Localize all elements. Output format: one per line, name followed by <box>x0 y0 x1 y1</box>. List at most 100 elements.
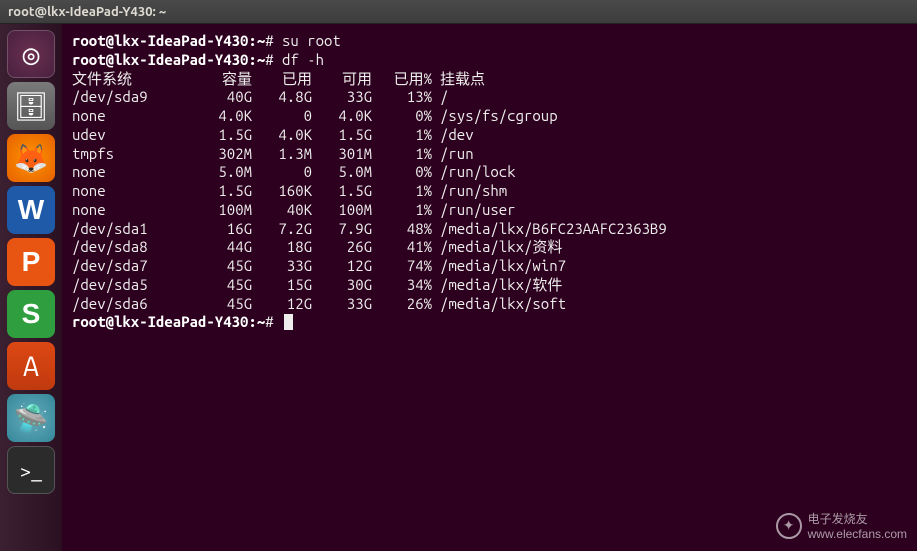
df-cell-fs: none <box>72 201 192 220</box>
df-cell-size: 16G <box>192 220 252 239</box>
terminal-line: root@lkx-IdeaPad-Y430:~# df -h <box>72 51 907 70</box>
files-icon[interactable]: 🗄 <box>7 82 55 130</box>
window-titlebar[interactable]: root@lkx-IdeaPad-Y430: ~ <box>0 0 917 24</box>
df-cell-fs: /dev/sda9 <box>72 88 192 107</box>
df-header-mounted: 挂载点 <box>432 70 485 89</box>
df-row: none1.5G160K1.5G1%/run/shm <box>72 182 907 201</box>
df-cell-used: 4.0K <box>252 126 312 145</box>
prompt-user-host: root@lkx-IdeaPad-Y430 <box>72 313 248 330</box>
df-row: /dev/sda645G12G33G26%/media/lkx/soft <box>72 295 907 314</box>
prompt-user-host: root@lkx-IdeaPad-Y430 <box>72 32 248 49</box>
df-row: /dev/sda844G18G26G41%/media/lkx/资料 <box>72 238 907 257</box>
df-header-pct: 已用% <box>372 70 432 89</box>
df-header-avail: 可用 <box>312 70 372 89</box>
df-cell-avail: 1.5G <box>312 126 372 145</box>
devices-icon[interactable]: 🛸 <box>7 394 55 442</box>
df-cell-fs: /dev/sda5 <box>72 276 192 295</box>
df-cell-fs: none <box>72 107 192 126</box>
df-cell-used: 4.8G <box>252 88 312 107</box>
command-text: df -h <box>282 51 324 68</box>
df-cell-pct: 34% <box>372 276 432 295</box>
df-cell-pct: 48% <box>372 220 432 239</box>
df-cell-size: 40G <box>192 88 252 107</box>
df-cell-avail: 12G <box>312 257 372 276</box>
df-cell-fs: none <box>72 182 192 201</box>
df-cell-mnt: /sys/fs/cgroup <box>432 107 558 126</box>
df-header-size: 容量 <box>192 70 252 89</box>
firefox-icon[interactable]: 🦊 <box>7 134 55 182</box>
df-cell-size: 4.0K <box>192 107 252 126</box>
df-cell-used: 0 <box>252 163 312 182</box>
df-cell-pct: 13% <box>372 88 432 107</box>
unity-launcher: ◎ 🗄 🦊 W P S A 🛸 >_ <box>0 24 62 551</box>
df-cell-size: 45G <box>192 257 252 276</box>
prompt-suffix: # <box>265 51 273 68</box>
df-cell-used: 40K <box>252 201 312 220</box>
watermark-text: 电子发烧友 <box>808 512 868 526</box>
df-cell-mnt: /dev <box>432 126 474 145</box>
df-cell-used: 1.3M <box>252 145 312 164</box>
df-cell-avail: 26G <box>312 238 372 257</box>
df-cell-pct: 1% <box>372 126 432 145</box>
df-cell-avail: 301M <box>312 145 372 164</box>
prompt-suffix: # <box>265 313 273 330</box>
window-title: root@lkx-IdeaPad-Y430: ~ <box>8 5 166 19</box>
df-row: none100M40K100M1%/run/user <box>72 201 907 220</box>
df-cell-mnt: /run/shm <box>432 182 507 201</box>
wps-spreadsheet-icon[interactable]: S <box>7 290 55 338</box>
df-cell-avail: 1.5G <box>312 182 372 201</box>
command-text: su root <box>282 32 341 49</box>
df-cell-mnt: /run/lock <box>432 163 516 182</box>
df-cell-pct: 26% <box>372 295 432 314</box>
df-cell-size: 44G <box>192 238 252 257</box>
df-cell-used: 12G <box>252 295 312 314</box>
terminal-line: root@lkx-IdeaPad-Y430:~# su root <box>72 32 907 51</box>
df-output: /dev/sda940G4.8G33G13%/none4.0K04.0K0%/s… <box>72 88 907 313</box>
df-cell-avail: 33G <box>312 295 372 314</box>
df-row: udev1.5G4.0K1.5G1%/dev <box>72 126 907 145</box>
df-row: /dev/sda545G15G30G34%/media/lkx/软件 <box>72 276 907 295</box>
df-cell-pct: 0% <box>372 107 432 126</box>
df-row: none5.0M05.0M0%/run/lock <box>72 163 907 182</box>
df-cell-used: 33G <box>252 257 312 276</box>
df-cell-size: 302M <box>192 145 252 164</box>
software-center-icon[interactable]: A <box>7 342 55 390</box>
prompt-user-host: root@lkx-IdeaPad-Y430 <box>72 51 248 68</box>
df-header-used: 已用 <box>252 70 312 89</box>
df-cell-mnt: /run/user <box>432 201 516 220</box>
df-cell-mnt: /media/lkx/B6FC23AAFC2363B9 <box>432 220 667 239</box>
df-cell-mnt: /media/lkx/软件 <box>432 276 562 295</box>
df-cell-fs: /dev/sda7 <box>72 257 192 276</box>
df-cell-size: 45G <box>192 295 252 314</box>
df-cell-fs: none <box>72 163 192 182</box>
df-cell-fs: /dev/sda1 <box>72 220 192 239</box>
df-cell-size: 1.5G <box>192 126 252 145</box>
prompt-suffix: # <box>265 32 273 49</box>
df-cell-fs: tmpfs <box>72 145 192 164</box>
df-row: tmpfs302M1.3M301M1%/run <box>72 145 907 164</box>
terminal-line: root@lkx-IdeaPad-Y430:~# <box>72 313 907 332</box>
df-cell-size: 1.5G <box>192 182 252 201</box>
dash-icon[interactable]: ◎ <box>7 30 55 78</box>
df-cell-avail: 7.9G <box>312 220 372 239</box>
df-cell-used: 18G <box>252 238 312 257</box>
terminal-icon[interactable]: >_ <box>7 446 55 494</box>
watermark-url: www.elecfans.com <box>808 527 907 541</box>
df-cell-fs: udev <box>72 126 192 145</box>
df-cell-mnt: / <box>432 88 448 107</box>
df-cell-used: 7.2G <box>252 220 312 239</box>
df-cell-mnt: /media/lkx/win7 <box>432 257 566 276</box>
df-row: /dev/sda116G7.2G7.9G48%/media/lkx/B6FC23… <box>72 220 907 239</box>
df-cell-pct: 0% <box>372 163 432 182</box>
df-cell-used: 15G <box>252 276 312 295</box>
df-cell-avail: 100M <box>312 201 372 220</box>
df-cell-avail: 4.0K <box>312 107 372 126</box>
wps-presentation-icon[interactable]: P <box>7 238 55 286</box>
terminal[interactable]: root@lkx-IdeaPad-Y430:~# su root root@lk… <box>62 24 917 551</box>
watermark-icon: ✦ <box>776 513 802 539</box>
df-cell-pct: 74% <box>372 257 432 276</box>
df-cell-avail: 5.0M <box>312 163 372 182</box>
df-row: /dev/sda745G33G12G74%/media/lkx/win7 <box>72 257 907 276</box>
wps-writer-icon[interactable]: W <box>7 186 55 234</box>
df-cell-fs: /dev/sda8 <box>72 238 192 257</box>
